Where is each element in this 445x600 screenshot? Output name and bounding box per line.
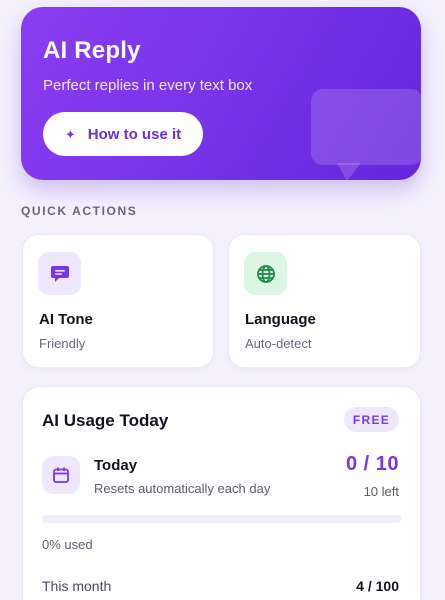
ai-tone-card[interactable]: AI Tone Friendly bbox=[22, 234, 214, 368]
chat-bubble-icon bbox=[38, 252, 81, 295]
month-label: This month bbox=[42, 578, 112, 594]
speech-bubble-tail bbox=[337, 163, 361, 180]
usage-count: 0 / 10 bbox=[345, 453, 399, 475]
month-value: 4 / 100 bbox=[356, 578, 399, 594]
how-to-use-label: How to use it bbox=[87, 125, 182, 143]
section-label-quick-actions: QUICK ACTIONS bbox=[21, 204, 138, 218]
language-card[interactable]: Language Auto-detect bbox=[228, 234, 421, 368]
plan-badge: FREE bbox=[344, 407, 399, 432]
usage-progress-bar bbox=[42, 515, 401, 523]
sparkle-icon: ✦ bbox=[64, 126, 76, 142]
usage-remaining: 10 left bbox=[363, 484, 399, 499]
period-label: Today bbox=[94, 457, 138, 474]
percent-used: 0% used bbox=[42, 537, 93, 552]
globe-icon bbox=[244, 252, 287, 295]
hero-title: AI Reply bbox=[43, 37, 141, 64]
ai-tone-title: AI Tone bbox=[39, 311, 93, 328]
how-to-use-button[interactable]: ✦ How to use it bbox=[43, 112, 203, 156]
usage-title: AI Usage Today bbox=[42, 411, 169, 430]
calendar-icon bbox=[42, 456, 80, 494]
ai-tone-value: Friendly bbox=[39, 336, 86, 351]
speech-bubble-decoration bbox=[311, 89, 421, 165]
usage-card: AI Usage Today FREE Today Resets automat… bbox=[22, 386, 421, 600]
language-value: Auto-detect bbox=[245, 336, 312, 351]
app-popup: AI Reply Perfect replies in every text b… bbox=[0, 0, 445, 600]
period-reset-note: Resets automatically each day bbox=[94, 481, 271, 496]
hero-card: AI Reply Perfect replies in every text b… bbox=[21, 7, 421, 180]
language-title: Language bbox=[245, 311, 316, 328]
hero-subtitle: Perfect replies in every text box bbox=[43, 77, 253, 94]
